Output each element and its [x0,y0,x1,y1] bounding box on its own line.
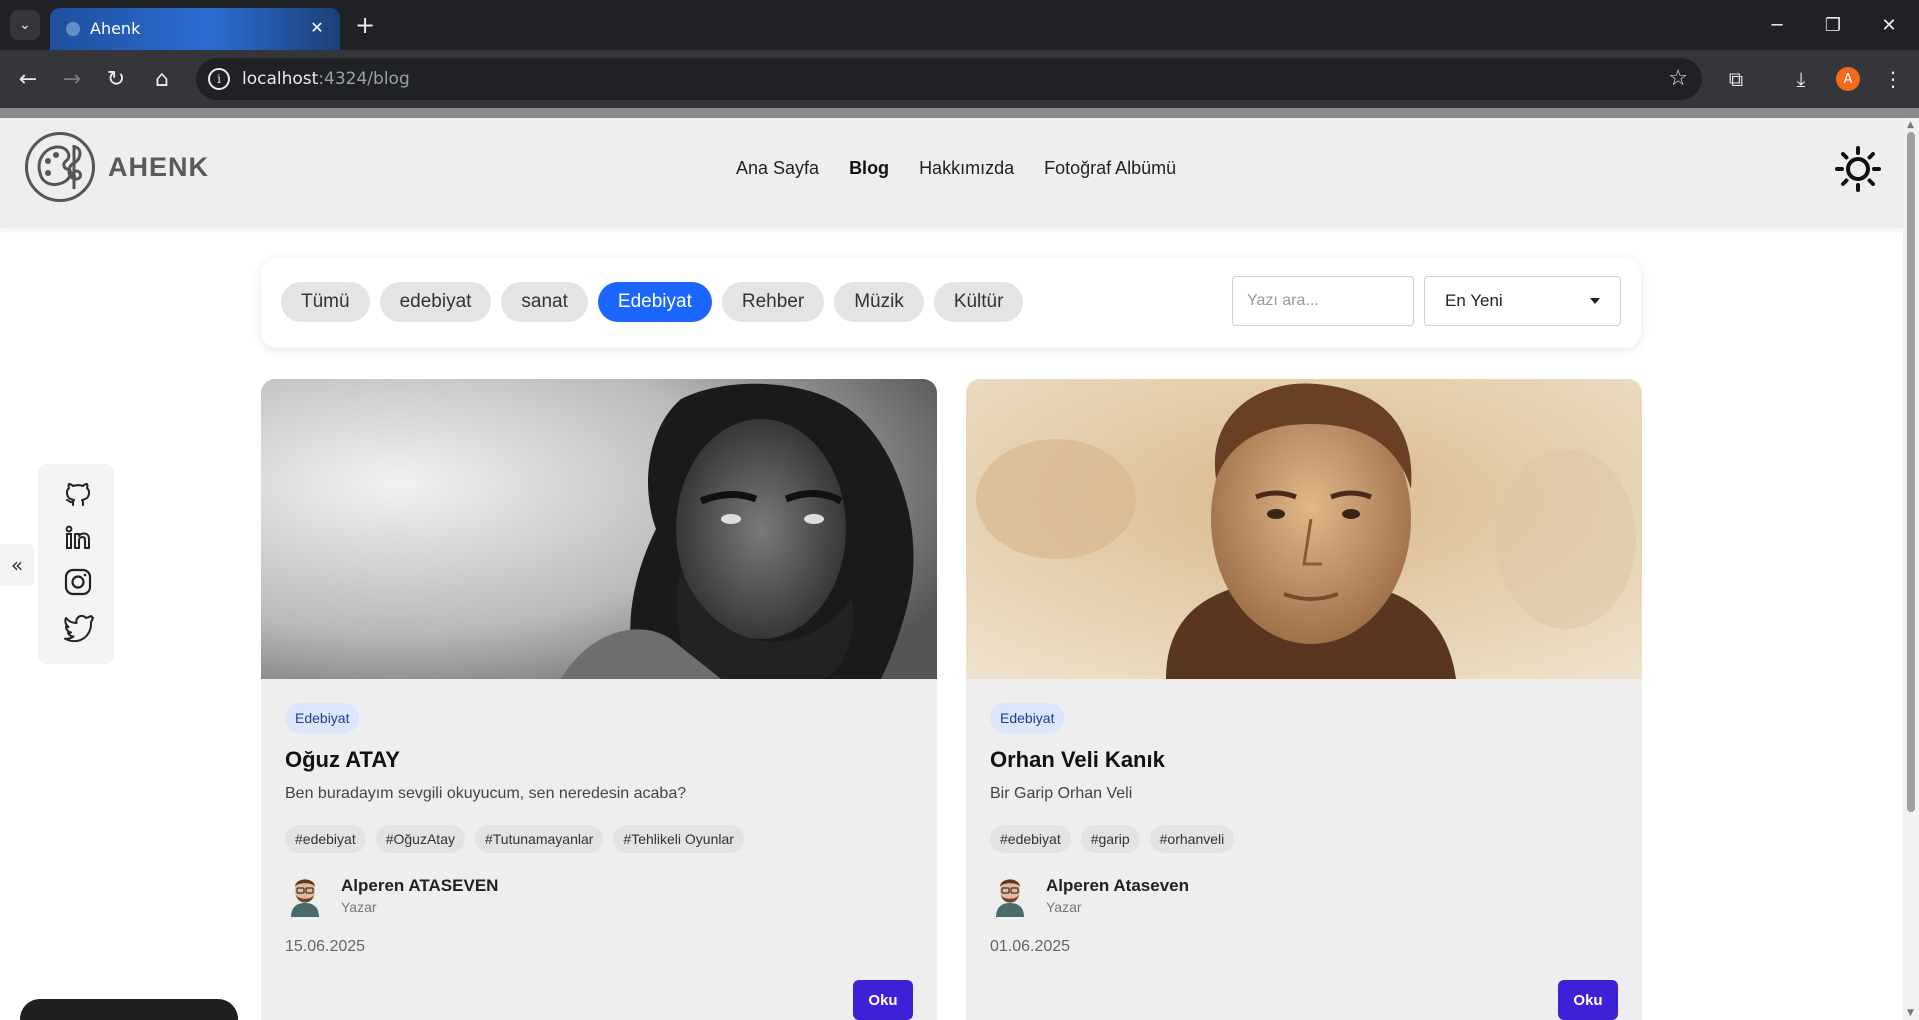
tag-chip[interactable]: #Tehlikeli Oyunlar [613,825,744,853]
chip-muzik[interactable]: Müzik [834,282,924,322]
tab-favicon-icon [66,22,80,36]
post-tags: #edebiyat #OğuzAtay #Tutunamayanlar #Teh… [285,825,744,853]
scroll-down-icon[interactable]: ▼ [1907,1008,1914,1018]
browser-tab[interactable]: Ahenk ✕ [50,8,340,50]
window-close-button[interactable]: ✕ [1869,10,1909,40]
read-button[interactable]: Oku [853,980,913,1020]
post-excerpt: Bir Garip Orhan Veli [990,785,1133,802]
browser-toolbar: ← → ↻ ⌂ i localhost:4324/blog ☆ ⧉ ⤓ ⋮ [0,50,1919,108]
post-image-oguz-atay[interactable] [261,379,937,679]
menu-kebab-icon[interactable]: ⋮ [1878,64,1908,94]
post-excerpt: Ben buradayım sevgili okuyucum, sen nere… [285,785,687,802]
chip-edebiyat-lower[interactable]: edebiyat [379,282,492,322]
main-nav: Ana Sayfa Blog Hakkımızda Fotoğraf Albüm… [736,158,1176,179]
page-viewport: AHENK Ana Sayfa Blog Hakkımızda Fotoğraf… [0,118,1903,1020]
sort-value: En Yeni [1445,291,1503,310]
tag-chip[interactable]: #edebiyat [990,825,1071,853]
nav-blog[interactable]: Blog [849,158,889,179]
tab-close-icon[interactable]: ✕ [306,16,328,38]
tag-chip[interactable]: #edebiyat [285,825,366,853]
post-date: 15.06.2025 [285,938,366,955]
tab-strip: ⌄ Ahenk ✕ + ─ ❐ ✕ [0,0,1919,50]
linkedin-icon[interactable] [62,522,94,554]
chip-edebiyat[interactable]: Edebiyat [597,282,712,322]
category-chips: Tümü edebiyat sanat Edebiyat Rehber Müzi… [281,282,1024,322]
tab-title: Ahenk [90,19,141,38]
browser-chrome: ⌄ Ahenk ✕ + ─ ❐ ✕ ← → ↻ ⌂ i localhost:43… [0,0,1919,118]
author-avatar [291,879,319,917]
site-header: AHENK Ana Sayfa Blog Hakkımızda Fotoğraf… [0,118,1903,228]
sort-select[interactable]: En Yeni [1424,276,1621,326]
social-sidebar [38,464,114,664]
downloads-icon[interactable]: ⤓ [1786,64,1816,94]
chip-rehber[interactable]: Rehber [721,282,825,322]
filter-bar: Tümü edebiyat sanat Edebiyat Rehber Müzi… [261,258,1641,348]
minimize-button[interactable]: ─ [1757,10,1797,40]
post-card[interactable]: Edebiyat Oğuz ATAY Ben buradayım sevgili… [261,379,937,1020]
nav-about[interactable]: Hakkımızda [919,158,1014,179]
post-search-input[interactable] [1232,276,1414,326]
reload-button[interactable]: ↻ [100,63,132,95]
post-image-orhan-veli[interactable] [966,379,1642,679]
floating-dock[interactable] [20,999,238,1020]
forward-button[interactable]: → [56,63,88,95]
chip-all[interactable]: Tümü [281,282,370,322]
instagram-icon[interactable] [62,566,94,598]
tag-chip[interactable]: #orhanveli [1149,825,1235,853]
page-top-strip [0,108,1919,118]
new-tab-button[interactable]: + [352,11,378,39]
post-card[interactable]: Edebiyat Orhan Veli Kanık Bir Garip Orha… [966,379,1642,1020]
post-title[interactable]: Oğuz ATAY [285,747,400,773]
nav-photo-album[interactable]: Fotoğraf Albümü [1044,158,1176,179]
back-button[interactable]: ← [12,63,44,95]
category-badge[interactable]: Edebiyat [990,703,1065,733]
url-text: localhost:4324/blog [242,69,410,89]
author-role: Yazar [341,899,377,915]
bookmark-star-icon[interactable]: ☆ [1668,66,1688,91]
logo-text[interactable]: AHENK [108,152,209,183]
tag-chip[interactable]: #garip [1080,825,1140,853]
caret-down-icon [1590,298,1600,304]
author-name[interactable]: Alperen ATASEVEN [341,876,498,896]
chip-sanat[interactable]: sanat [501,282,588,322]
page-scrollbar[interactable]: ▲ ▼ [1903,118,1919,1020]
site-info-icon[interactable]: i [208,68,230,90]
nav-home[interactable]: Ana Sayfa [736,158,819,179]
restore-button[interactable]: ❐ [1813,10,1853,40]
post-title[interactable]: Orhan Veli Kanık [990,747,1165,773]
collapse-sidebar-button[interactable]: « [0,544,34,586]
theme-toggle-sun-icon[interactable] [1835,146,1881,192]
tag-chip[interactable]: #OğuzAtay [375,825,465,853]
scroll-up-icon[interactable]: ▲ [1907,120,1914,130]
author-role: Yazar [1046,899,1082,915]
category-badge[interactable]: Edebiyat [285,703,360,733]
tab-search-button[interactable]: ⌄ [10,10,40,40]
post-date: 01.06.2025 [990,938,1071,955]
twitter-icon[interactable] [62,610,94,642]
github-icon[interactable] [62,478,94,510]
home-button[interactable]: ⌂ [146,63,178,95]
tag-chip[interactable]: #Tutunamayanlar [474,825,604,853]
profile-avatar[interactable]: A [1836,67,1860,91]
author-avatar [996,879,1024,917]
address-bar[interactable]: i localhost:4324/blog ☆ [196,58,1702,100]
chip-kultur[interactable]: Kültür [933,282,1024,322]
author-name[interactable]: Alperen Ataseven [1046,876,1189,896]
scrollbar-thumb[interactable] [1907,132,1915,812]
extensions-icon[interactable]: ⧉ [1721,64,1751,94]
read-button[interactable]: Oku [1558,980,1618,1020]
post-tags: #edebiyat #garip #orhanveli [990,825,1235,853]
logo-palette-clef-icon[interactable] [25,132,95,202]
